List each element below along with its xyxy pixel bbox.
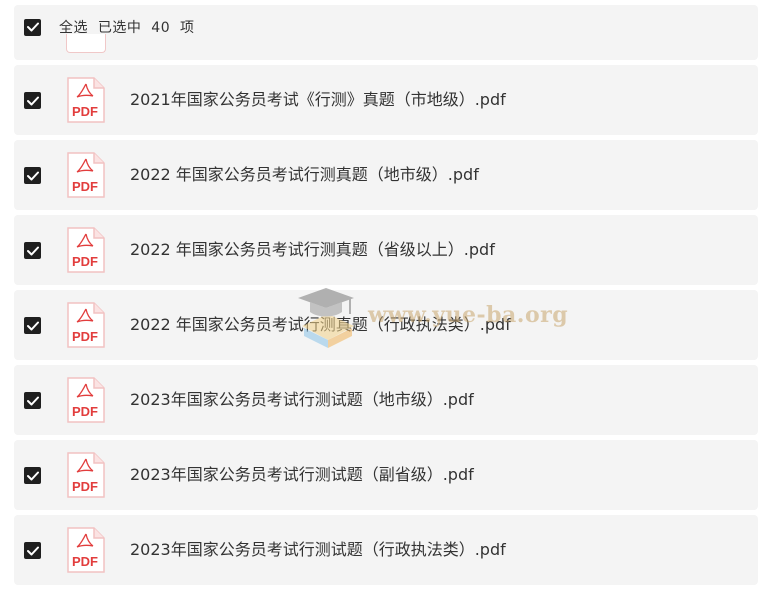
checkmark-icon	[26, 171, 39, 180]
svg-text:PDF: PDF	[72, 479, 98, 494]
file-list: PDF 2021年国家公务员考试《行测》真题（市地级）.pdf PDF 2022…	[14, 65, 758, 590]
pdf-icon: PDF	[64, 526, 106, 574]
checkmark-icon	[26, 96, 39, 105]
svg-text:PDF: PDF	[72, 254, 98, 269]
svg-text:PDF: PDF	[72, 104, 98, 119]
file-row[interactable]: PDF 2021年国家公务员考试《行测》真题（市地级）.pdf	[14, 65, 758, 135]
select-all-checkbox[interactable]	[24, 18, 41, 36]
pdf-icon: PDF	[64, 151, 106, 199]
file-name: 2023年国家公务员考试行测试题（地市级）.pdf	[130, 390, 474, 409]
pdf-icon: PDF	[64, 301, 106, 349]
pdf-icon: PDF	[64, 76, 106, 124]
pdf-icon: PDF	[64, 226, 106, 274]
file-name: 2021年国家公务员考试《行测》真题（市地级）.pdf	[130, 90, 506, 109]
file-row[interactable]: PDF 2022 年国家公务员考试行测真题（地市级）.pdf	[14, 140, 758, 210]
file-selection-page: 全选 已选中 40 项 PDF 2021年国家公务员考试《行测》真题（市地级）.…	[0, 0, 758, 598]
svg-text:PDF: PDF	[72, 404, 98, 419]
select-all-bar: 全选 已选中 40 项	[14, 5, 758, 60]
select-all-row[interactable]: 全选 已选中 40 项	[24, 17, 195, 37]
file-checkbox[interactable]	[24, 467, 41, 484]
svg-text:PDF: PDF	[72, 554, 98, 569]
file-name: 2022 年国家公务员考试行测真题（行政执法类）.pdf	[130, 315, 511, 334]
checkmark-icon	[26, 546, 39, 555]
svg-text:PDF: PDF	[72, 179, 98, 194]
pdf-icon: PDF	[64, 451, 106, 499]
file-row[interactable]: PDF 2022 年国家公务员考试行测真题（省级以上）.pdf	[14, 215, 758, 285]
checkmark-icon	[26, 246, 39, 255]
file-checkbox[interactable]	[24, 392, 41, 409]
checkmark-icon	[26, 22, 39, 32]
file-name: 2023年国家公务员考试行测试题（行政执法类）.pdf	[130, 540, 506, 559]
svg-text:PDF: PDF	[72, 329, 98, 344]
selected-count-label: 全选 已选中 40 项	[59, 20, 195, 36]
checkmark-icon	[26, 471, 39, 480]
file-row[interactable]: PDF 2022 年国家公务员考试行测真题（行政执法类）.pdf	[14, 290, 758, 360]
file-row[interactable]: PDF 2023年国家公务员考试行测试题（地市级）.pdf	[14, 365, 758, 435]
checkmark-icon	[26, 321, 39, 330]
file-checkbox[interactable]	[24, 167, 41, 184]
checkmark-icon	[26, 396, 39, 405]
file-checkbox[interactable]	[24, 242, 41, 259]
file-checkbox[interactable]	[24, 317, 41, 334]
file-name: 2022 年国家公务员考试行测真题（地市级）.pdf	[130, 165, 479, 184]
file-name: 2022 年国家公务员考试行测真题（省级以上）.pdf	[130, 240, 495, 259]
pdf-icon: PDF	[64, 376, 106, 424]
file-row[interactable]: PDF 2023年国家公务员考试行测试题（行政执法类）.pdf	[14, 515, 758, 585]
file-checkbox[interactable]	[24, 542, 41, 559]
file-row[interactable]: PDF 2023年国家公务员考试行测试题（副省级）.pdf	[14, 440, 758, 510]
file-name: 2023年国家公务员考试行测试题（副省级）.pdf	[130, 465, 474, 484]
file-checkbox[interactable]	[24, 92, 41, 109]
